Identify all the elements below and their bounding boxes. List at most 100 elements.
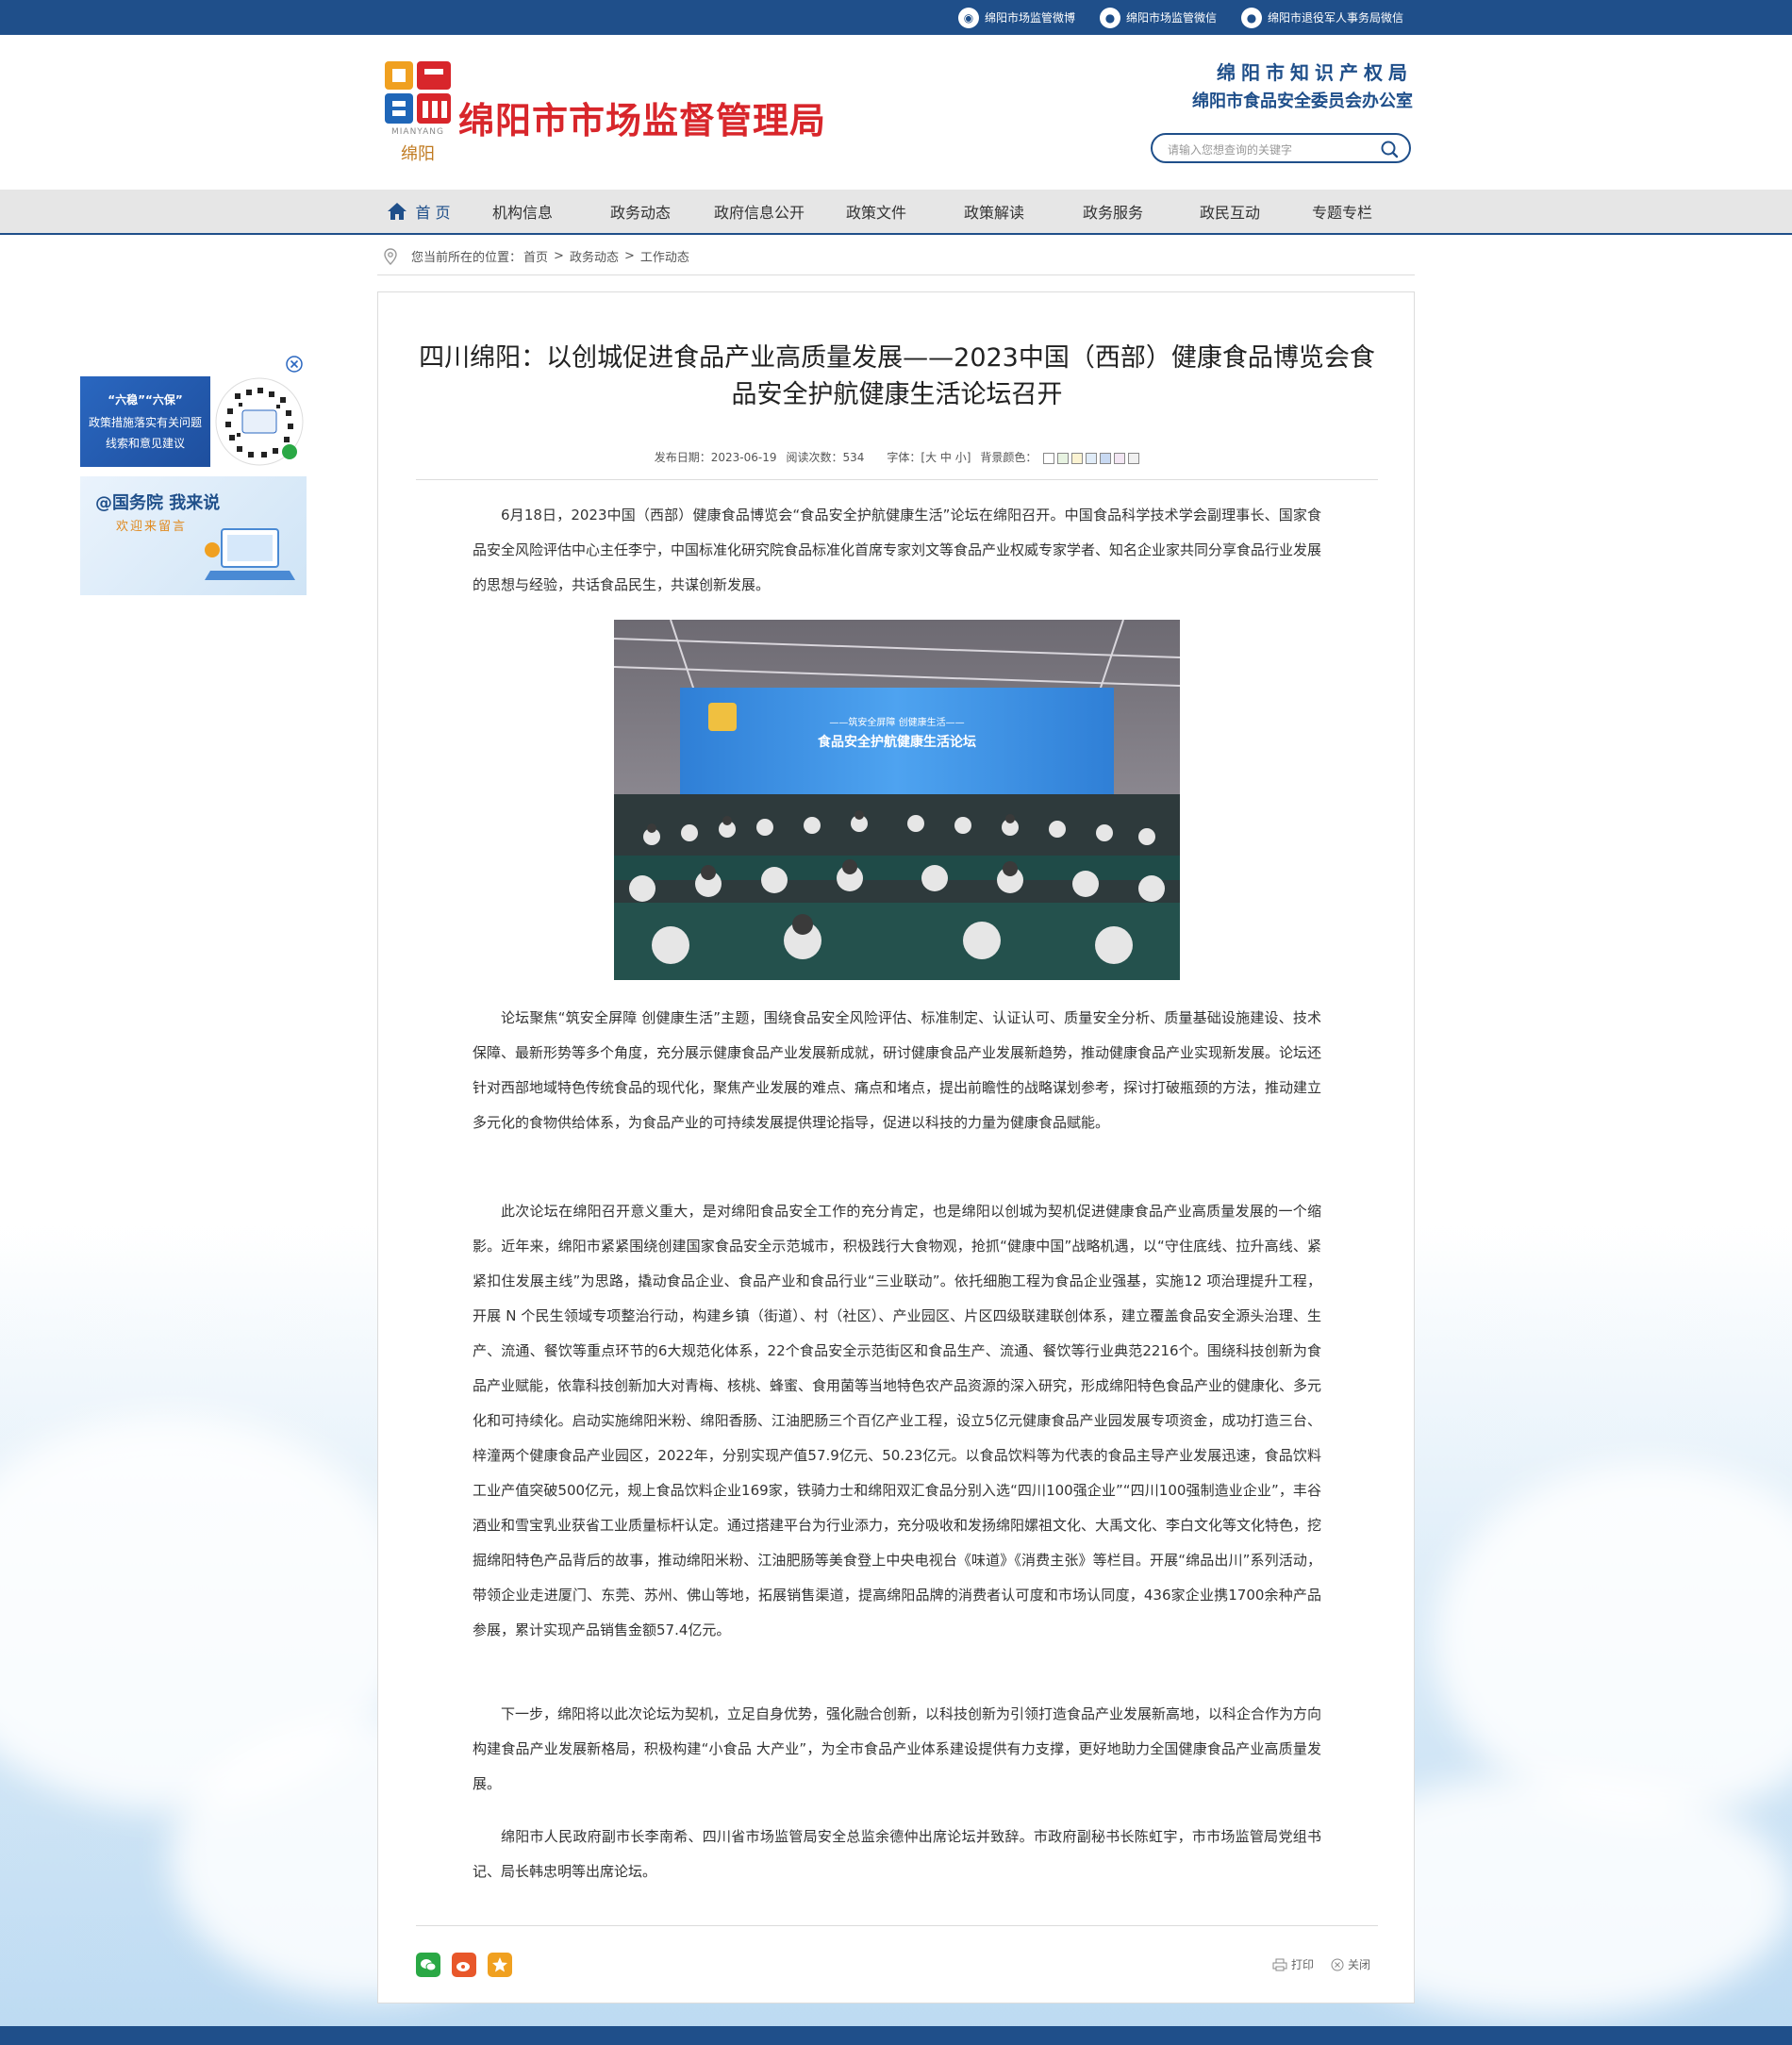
nav-item-policy-interpretation[interactable]: 政策解读	[932, 200, 1056, 223]
close-ad-icon[interactable]	[286, 356, 303, 373]
breadcrumb-separator: >	[554, 249, 564, 263]
mini-program-qr-code	[215, 377, 304, 466]
ad-line: 线索和意见建议	[105, 437, 185, 450]
close-icon	[1331, 1958, 1344, 1970]
wechat-link[interactable]: ● 绵阳市场监管微信	[1099, 7, 1217, 28]
laptop-illustration-icon	[205, 528, 295, 580]
meta-date-value: 2023-06-19	[710, 451, 777, 464]
veterans-wechat-link[interactable]: ● 绵阳市退役军人事务局微信	[1240, 7, 1403, 28]
share-weibo-button[interactable]	[452, 1953, 476, 1977]
article-container: 四川绵阳：以创城促进食品产业高质量发展——2023中国（西部）健康食品博览会食品…	[377, 291, 1415, 2003]
search-icon[interactable]	[1379, 139, 1400, 159]
print-button[interactable]: 打印	[1272, 1956, 1314, 1972]
bg-color-swatch[interactable]	[1128, 452, 1140, 464]
nav-item-label: 机构信息	[491, 204, 553, 222]
weibo-link[interactable]: ◉ 绵阳市场监管微博	[957, 7, 1075, 28]
site-title: 绵阳市市场监督管理局	[458, 100, 827, 141]
breadcrumb-separator: >	[623, 249, 635, 263]
ad2-subtitle: 欢迎来留言	[116, 520, 188, 534]
org-name-ip-bureau: 绵阳市知识产权局	[1217, 61, 1413, 84]
bg-color-swatch[interactable]	[1057, 452, 1070, 464]
veterans-wechat-link-label: 绵阳市退役军人事务局微信	[1267, 11, 1403, 25]
nav-item-gov-news[interactable]: 政务动态	[583, 200, 698, 223]
breadcrumb-home[interactable]: 首页	[523, 247, 548, 265]
divider	[416, 1925, 1378, 1926]
home-icon	[388, 203, 407, 220]
nav-item-label: 政务动态	[609, 204, 671, 222]
nav-item-org-info[interactable]: 机构信息	[462, 200, 583, 223]
top-bar: ◉ 绵阳市场监管微博 ● 绵阳市场监管微信 ● 绵阳市退役军人事务局微信	[0, 0, 1792, 35]
nav-item-label: 政府信息公开	[713, 204, 805, 222]
breadcrumb-prefix: 您当前所在的位置：	[411, 251, 523, 265]
breadcrumb-gov-news[interactable]: 政务动态	[570, 247, 619, 265]
search-input[interactable]	[1166, 140, 1377, 160]
article-paragraph: 此次论坛在绵阳召开意义重大，是对绵阳食品安全工作的充分肯定，也是绵阳以创城为契机…	[473, 1203, 1322, 1638]
weibo-link-label: 绵阳市场监管微博	[984, 11, 1075, 25]
bg-color-swatch[interactable]	[1114, 452, 1126, 464]
share-buttons	[416, 1953, 512, 1977]
screen-slogan: ——筑安全屏障 创健康生活——	[829, 716, 964, 728]
nav-item-gov-services[interactable]: 政务服务	[1056, 200, 1170, 223]
meta-font-size: 字体：[大 中 小]	[887, 449, 971, 465]
bg-color-swatch[interactable]	[1086, 452, 1098, 464]
wechat-icon: ●	[1099, 7, 1120, 28]
print-label: 打印	[1290, 1958, 1314, 1971]
social-links: ◉ 绵阳市场监管微博 ● 绵阳市场监管微信 ● 绵阳市退役军人事务局微信	[957, 0, 1403, 35]
bg-color-swatch[interactable]	[1100, 452, 1112, 464]
nav-item-info-disclosure[interactable]: 政府信息公开	[698, 200, 821, 223]
nav-item-home[interactable]: 首 页	[375, 200, 462, 223]
meta-bg-color: 背景颜色：	[980, 449, 1140, 465]
nav-item-home-label: 首 页	[415, 204, 451, 222]
meta-date: 发布日期：2023-06-19	[655, 449, 777, 465]
share-qzone-button[interactable]	[488, 1953, 512, 1977]
logo-city: 绵阳	[401, 144, 435, 164]
nav-item-public-interaction[interactable]: 政民互动	[1170, 200, 1290, 223]
meta-bg-label: 背景颜色：	[980, 451, 1037, 464]
ad-banner: “六稳”“六保” 政策措施落实有关问题 线索和意见建议	[80, 376, 210, 467]
nav-item-label: 政策文件	[845, 204, 906, 222]
meta-date-label: 发布日期：	[654, 451, 711, 464]
font-size-switcher[interactable]: [大 中 小]	[921, 451, 971, 464]
site-header: MIANYANG 绵阳 绵阳市市场监督管理局 绵阳市知识产权局 绵阳市食品安全委…	[0, 35, 1792, 190]
screen-forum-title: 食品安全护航健康生活论坛	[818, 734, 976, 750]
bg-color-swatches	[1040, 451, 1140, 464]
location-pin-icon	[384, 247, 397, 265]
main-nav: 首 页 机构信息 政务动态 政府信息公开 政策文件 政策解读 政务服务 政民互动…	[0, 190, 1792, 235]
breadcrumb: 您当前所在的位置： 首页 > 政务动态 > 工作动态	[377, 238, 1415, 275]
meta-views-value: 534	[842, 451, 865, 464]
site-logo[interactable]: MIANYANG 绵阳	[383, 59, 453, 164]
bg-color-swatch[interactable]	[1071, 452, 1084, 464]
state-council-feedback-ad[interactable]: @国务院 我来说 欢迎来留言	[80, 476, 307, 595]
bg-color-swatch[interactable]	[1043, 452, 1055, 464]
wechat-link-label: 绵阳市场监管微信	[1125, 11, 1217, 25]
six-stability-ad[interactable]: “六稳”“六保” 政策措施落实有关问题 线索和意见建议	[80, 376, 307, 467]
ad2-title: @国务院 我来说	[95, 493, 221, 513]
ad-line: 政策措施落实有关问题	[88, 416, 202, 429]
org-name-food-safety-office: 绵阳市食品安全委员会办公室	[1192, 91, 1413, 111]
close-label: 关闭	[1347, 1958, 1370, 1971]
meta-font-label: 字体：	[887, 451, 921, 464]
nav-item-label: 专题专栏	[1311, 204, 1372, 222]
meta-views-label: 阅读次数：	[786, 451, 843, 464]
nav-item-label: 政策解读	[963, 204, 1024, 222]
nav-item-special-topics[interactable]: 专题专栏	[1290, 200, 1394, 223]
wechat-icon	[421, 1959, 437, 1971]
weibo-icon: ◉	[957, 7, 979, 28]
nav-item-label: 政民互动	[1199, 204, 1260, 222]
article-paragraph: 论坛聚焦“筑安全屏障 创健康生活”主题，围绕食品安全风险评估、标准制定、认证认可…	[473, 1009, 1322, 1131]
search-box	[1151, 133, 1411, 163]
nav-items: 首 页 机构信息 政务动态 政府信息公开 政策文件 政策解读 政务服务 政民互动…	[375, 190, 1413, 233]
article-title: 四川绵阳：以创城促进食品产业高质量发展——2023中国（西部）健康食品博览会食品…	[419, 343, 1375, 409]
nav-item-policy-docs[interactable]: 政策文件	[821, 200, 932, 223]
share-wechat-button[interactable]	[416, 1953, 440, 1977]
close-button[interactable]: 关闭	[1331, 1956, 1370, 1972]
wechat-icon: ●	[1240, 7, 1262, 28]
article-paragraph: 绵阳市人民政府副市长李南希、四川省市场监管局安全总监余德仲出席论坛并致辞。市政府…	[473, 1828, 1321, 1880]
nav-item-label: 政务服务	[1082, 204, 1143, 222]
site-footer	[0, 2026, 1792, 2045]
ad-line: “六稳”“六保”	[108, 393, 183, 407]
forum-photo: ——筑安全屏障 创健康生活—— 食品安全护航健康生活论坛	[614, 620, 1180, 980]
breadcrumb-work-news[interactable]: 工作动态	[640, 247, 689, 265]
weibo-icon	[456, 1962, 470, 1971]
meta-views: 阅读次数：534	[786, 449, 864, 465]
